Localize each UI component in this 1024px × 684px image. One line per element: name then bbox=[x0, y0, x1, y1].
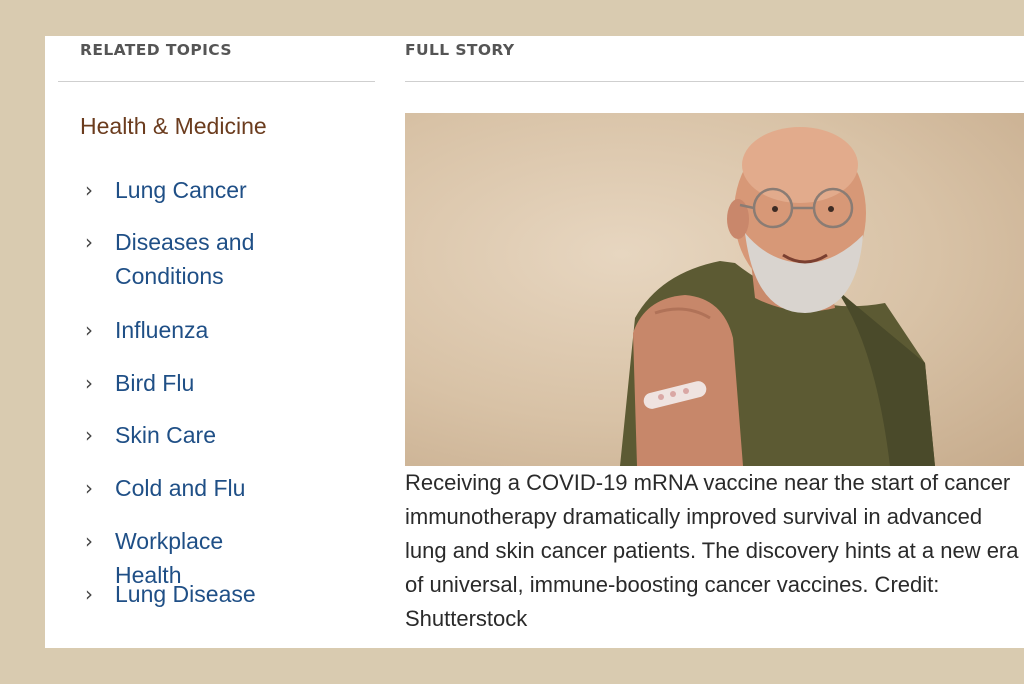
topic-item-bird-flu[interactable]: › Bird Flu bbox=[85, 369, 295, 400]
topic-label[interactable]: Influenza bbox=[115, 313, 295, 347]
divider bbox=[405, 81, 1024, 82]
photo-caption: Receiving a COVID-19 mRNA vaccine near t… bbox=[405, 470, 1019, 631]
content-panel: RELATED TOPICS FULL STORY Health & Medic… bbox=[45, 36, 1024, 648]
chevron-right-icon: › bbox=[85, 178, 93, 202]
topic-label[interactable]: Bird Flu bbox=[115, 366, 295, 400]
vaccinated-man-illustration bbox=[620, 127, 935, 466]
related-topics-heading: RELATED TOPICS bbox=[80, 41, 232, 59]
chevron-right-icon: › bbox=[85, 371, 93, 395]
topic-item-influenza[interactable]: › Influenza bbox=[85, 316, 295, 347]
topic-item-cold-and-flu[interactable]: › Cold and Flu bbox=[85, 474, 295, 505]
chevron-right-icon: › bbox=[85, 476, 93, 500]
story-photo bbox=[405, 113, 1024, 466]
chevron-right-icon: › bbox=[85, 529, 93, 553]
topic-label[interactable]: Diseases and Conditions bbox=[115, 225, 295, 293]
chevron-right-icon: › bbox=[85, 582, 93, 606]
chevron-right-icon: › bbox=[85, 230, 93, 254]
topic-label[interactable]: Cold and Flu bbox=[115, 471, 295, 505]
full-story-heading: FULL STORY bbox=[405, 41, 515, 59]
topic-item-lung-cancer[interactable]: › Lung Cancer bbox=[85, 176, 295, 207]
chevron-right-icon: › bbox=[85, 423, 93, 447]
divider bbox=[58, 81, 375, 82]
topic-item-diseases-and-conditions[interactable]: › Diseases and Conditions bbox=[85, 228, 295, 293]
topic-item-lung-disease[interactable]: › Lung Disease bbox=[85, 580, 295, 611]
topic-label[interactable]: Lung Cancer bbox=[115, 173, 295, 207]
topic-label[interactable]: Skin Care bbox=[115, 418, 295, 452]
chevron-right-icon: › bbox=[85, 318, 93, 342]
topic-item-skin-care[interactable]: › Skin Care bbox=[85, 421, 295, 452]
category-link-health-medicine[interactable]: Health & Medicine bbox=[80, 113, 267, 140]
topic-label[interactable]: Lung Disease bbox=[115, 577, 295, 611]
